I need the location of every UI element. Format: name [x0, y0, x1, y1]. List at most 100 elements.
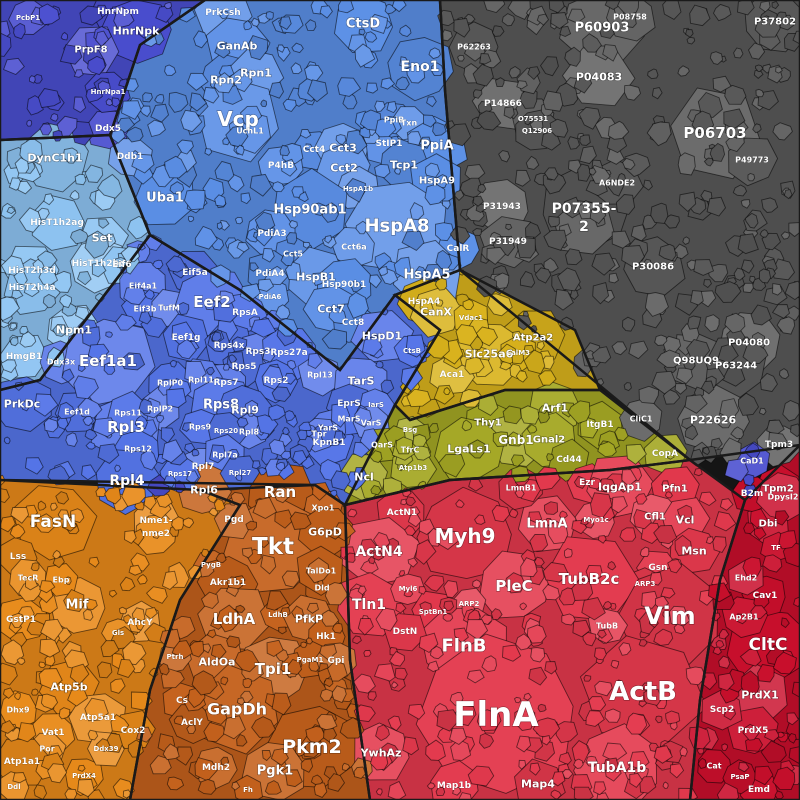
- texture-cell: [197, 778, 217, 795]
- cell-label: Eef1a1: [79, 352, 137, 370]
- cell-label: Ptrh: [167, 653, 184, 661]
- texture-cell: [53, 270, 72, 293]
- texture-cell: [3, 436, 11, 445]
- cell-label: P62263: [457, 43, 491, 52]
- cell-label: Rpl7a: [212, 451, 238, 460]
- cell-label: LgaLs1: [447, 443, 491, 456]
- cell-label: Rps4x: [214, 341, 245, 351]
- cell-label: Tkt: [252, 534, 294, 560]
- cell-label: Mif: [65, 598, 88, 613]
- texture-cell: [502, 405, 522, 425]
- cell-label: LdhA: [213, 610, 256, 628]
- cell-label: UchL1: [236, 127, 264, 136]
- cell-label: B2m: [741, 489, 764, 499]
- cell-label: TecR: [18, 574, 39, 583]
- texture-cell: [747, 173, 756, 182]
- texture-cell: [758, 268, 772, 284]
- cell-label: Pfn1: [662, 484, 688, 495]
- texture-cell: [623, 382, 632, 392]
- cell-label: P08758: [613, 13, 647, 22]
- texture-cell: [682, 236, 690, 245]
- cell-label: Atp1b3: [399, 464, 428, 472]
- cell-label: FlnA: [453, 695, 539, 735]
- cell-label: Pkm2: [282, 736, 342, 758]
- cell-label: TubA1b: [588, 760, 647, 776]
- cell-label: Ran: [264, 483, 296, 501]
- cell-label: AldOa: [199, 656, 236, 669]
- cell-label: Gpi: [328, 656, 345, 666]
- cell-label: P14866: [484, 99, 522, 109]
- texture-cell: [9, 337, 19, 347]
- cell-label: HisT2h3d: [8, 266, 56, 276]
- cell-label: HspA9: [419, 176, 455, 187]
- cell-label: TufM: [158, 304, 180, 313]
- cell-label: Q98UQ9: [673, 356, 719, 367]
- cell-label: TF: [771, 544, 781, 552]
- cell-label: Rpl13: [307, 371, 333, 380]
- cell-label: ItgB1: [586, 420, 613, 430]
- cell-label: AhcY: [127, 618, 153, 628]
- cell-label: CtsB: [403, 347, 421, 355]
- cell-label: HnrNpm: [97, 7, 139, 17]
- cell-label: O75531: [518, 115, 548, 123]
- cell-label: RplP0: [157, 379, 183, 388]
- cell-label: Eef1d: [64, 408, 90, 417]
- cell-label: Tpm3: [765, 440, 793, 450]
- cell-label: Lss: [10, 552, 26, 562]
- cell-label: Vim: [644, 602, 695, 630]
- cell-label: Thy1: [474, 418, 501, 429]
- cell-label: Cox2: [121, 726, 146, 736]
- cell-label: Ddb1: [117, 152, 144, 162]
- texture-cell: [114, 464, 122, 472]
- texture-cell: [142, 92, 153, 103]
- cell-label: SptBn1: [419, 608, 448, 616]
- cell-label: PcbP1: [16, 14, 40, 22]
- cell-label: P63244: [715, 361, 757, 372]
- cell-label: Cav1: [753, 591, 778, 601]
- cell-label: AclY: [181, 718, 203, 728]
- cell-label: Cfl1: [644, 512, 666, 523]
- cell-label: Rpl6: [190, 484, 218, 497]
- cell-label: P22626: [690, 414, 737, 427]
- cell-label: IarS: [368, 401, 384, 409]
- cell-label: Rpl7: [192, 462, 215, 472]
- cell-label: P31943: [483, 202, 521, 212]
- cell-label: PrkDc: [4, 398, 40, 411]
- cell-label: CaD1: [740, 457, 764, 466]
- cell-label: DstN: [393, 627, 418, 637]
- cell-label: Cct4: [303, 145, 326, 155]
- cell-label: P04083: [576, 71, 622, 84]
- cell-label: Dbi: [759, 519, 778, 530]
- cell-label: P31949: [489, 237, 527, 247]
- cell-label: DpysI2: [768, 493, 799, 502]
- texture-cell: [394, 667, 408, 680]
- cell-label: Arf1: [542, 402, 568, 415]
- texture-cell: [520, 405, 540, 425]
- cell-label: Ehd2: [735, 574, 757, 583]
- texture-cell: [31, 688, 39, 696]
- cell-label: Gls: [112, 629, 124, 637]
- cell-label: Npm1: [56, 324, 92, 337]
- cell-label: A6NDE2: [599, 179, 635, 188]
- cell-label: PgaM1: [297, 656, 324, 664]
- texture-cell: [457, 54, 465, 62]
- texture-cell: [305, 637, 314, 645]
- cell-label: Hsp90ab1: [273, 203, 346, 218]
- cell-label: LdhB: [268, 611, 288, 619]
- texture-cell: [43, 417, 59, 433]
- cell-label: Bsg: [403, 426, 418, 434]
- cell-label: Rps3: [246, 347, 271, 357]
- cell-label: LmnB1: [506, 484, 537, 493]
- cell-label: Atp5b: [50, 681, 87, 694]
- cell-label: P4hB: [268, 161, 294, 171]
- cell-label: GanAb: [217, 40, 258, 53]
- cell-label: TarS: [348, 375, 375, 388]
- cell-label: ARP3: [635, 580, 656, 588]
- cell-label: Cct8: [342, 318, 365, 328]
- cell-label: CalR: [447, 244, 470, 254]
- cell-label: StIP1: [376, 139, 403, 149]
- cell-label: PdiA4: [255, 269, 284, 279]
- cell-label: Pgk1: [257, 764, 294, 779]
- cell-label: 2: [579, 219, 589, 235]
- cell-label: Gnb1: [498, 433, 533, 447]
